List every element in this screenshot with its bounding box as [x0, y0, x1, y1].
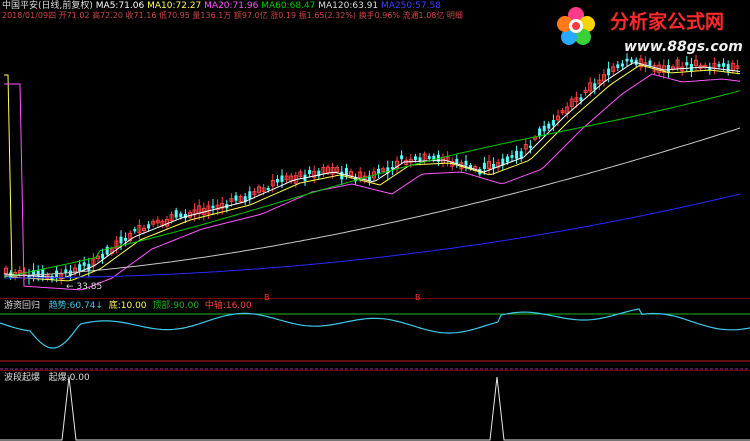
candle-body	[515, 150, 519, 159]
ma250-value: 57.58	[415, 1, 441, 11]
candle-body	[147, 224, 151, 229]
candle-body	[648, 60, 652, 66]
candle-body	[101, 254, 105, 259]
ma120-line	[3, 127, 741, 277]
indicator1-high-value: 90.00	[173, 301, 200, 311]
ma5-value: 71.06	[118, 1, 145, 11]
candle-body	[542, 125, 546, 132]
candle-body	[248, 191, 252, 199]
indicator1-header: 游资回归 趋势:60.74↓ 底:10.00 顶部:90.00 中轴:16.00	[4, 301, 252, 311]
main-chart-panel[interactable]: ← 33.85	[0, 20, 750, 298]
ma120-label: MA120:	[318, 1, 353, 11]
ma60-label: MA60:	[261, 1, 290, 11]
candle-body	[78, 264, 82, 272]
candle-body	[55, 270, 59, 278]
candle-body	[482, 162, 486, 169]
candle-body	[510, 155, 514, 158]
candle-body	[119, 236, 123, 244]
candle-body	[547, 123, 551, 129]
indicator2-name[interactable]: 波段起爆	[4, 373, 40, 383]
candle-body	[308, 169, 312, 175]
indicator1-mid-label: 中轴:	[204, 301, 226, 311]
indicator2-value: 0.00	[69, 373, 90, 383]
candle-body	[133, 229, 137, 232]
low-price-marker: ← 33.85	[66, 282, 103, 292]
buy-signal-mark-2: B	[415, 293, 421, 302]
candle-body	[124, 237, 128, 241]
candle-body	[179, 213, 183, 218]
candle-body	[528, 145, 532, 148]
trend-line	[0, 308, 750, 349]
ma10-label: MA10:	[147, 1, 176, 11]
indicator1-high-label: 顶部:	[152, 301, 174, 311]
indicator1-low-value: 10.00	[120, 301, 147, 311]
ma20-value: 71.96	[232, 1, 259, 11]
ma60-value: 68.47	[289, 1, 316, 11]
indicator2-label: 起爆:	[48, 373, 70, 383]
ma250-label: MA250:	[381, 1, 416, 11]
candle-body	[607, 68, 611, 76]
header-row-1: 中国平安(日线,前复权) MA5:71.06 MA10:72.27 MA20:7…	[2, 1, 441, 11]
candle-body	[579, 97, 583, 101]
candle-body	[266, 187, 270, 191]
candle-body	[280, 175, 284, 182]
indicator1-low-label: 底:	[108, 301, 121, 311]
candle-body	[275, 179, 279, 183]
candle-body	[685, 62, 689, 66]
indicator1-name[interactable]: 游资回归	[4, 301, 40, 311]
indicator2-panel[interactable]: 波段起爆 起爆:0.00	[0, 371, 750, 441]
candle-body	[418, 157, 422, 161]
ma20-label: MA20:	[204, 1, 233, 11]
candle-body	[505, 156, 509, 163]
indicator1-mid-value: 16.00	[225, 301, 252, 311]
candle-body	[174, 210, 178, 218]
candle-body	[722, 63, 726, 67]
indicator1-trend-label: 趋势:	[48, 301, 70, 311]
candle-body	[620, 63, 624, 67]
candle-body	[464, 160, 468, 166]
candle-body	[82, 262, 86, 266]
candle-body	[344, 168, 348, 176]
indicator1-trend-value: 60.74↓	[69, 301, 103, 311]
candle-body	[551, 120, 555, 126]
candle-body	[211, 205, 215, 209]
candle-body	[666, 64, 670, 73]
indicator2-chart[interactable]	[0, 371, 750, 441]
stock-title[interactable]: 中国平安(日线,前复权)	[2, 1, 93, 11]
candle-body	[625, 58, 629, 62]
buy-signal-mark-1: B	[264, 293, 270, 302]
candle-body	[413, 156, 417, 160]
ma60-line	[3, 90, 741, 278]
candle-body	[717, 64, 721, 67]
candle-body	[400, 155, 404, 160]
candlestick-chart[interactable]	[0, 20, 750, 298]
candle-body	[616, 64, 620, 68]
candle-body	[427, 156, 431, 159]
candle-body	[630, 59, 634, 63]
candle-body	[41, 269, 45, 278]
ma10-value: 72.27	[175, 1, 202, 11]
candle-body	[234, 195, 238, 201]
ma250-line	[4, 193, 741, 279]
breakout-line	[0, 376, 750, 441]
indicator2-header: 波段起爆 起爆:0.00	[4, 373, 90, 383]
indicator1-panel[interactable]: 游资回归 趋势:60.74↓ 底:10.00 顶部:90.00 中轴:16.00…	[0, 293, 750, 370]
ma5-label: MA5:	[95, 1, 119, 11]
candle-body	[105, 246, 109, 255]
candle-body	[377, 168, 381, 174]
low-price-value: 33.85	[76, 282, 103, 292]
ma120-value: 63.91	[352, 1, 379, 11]
